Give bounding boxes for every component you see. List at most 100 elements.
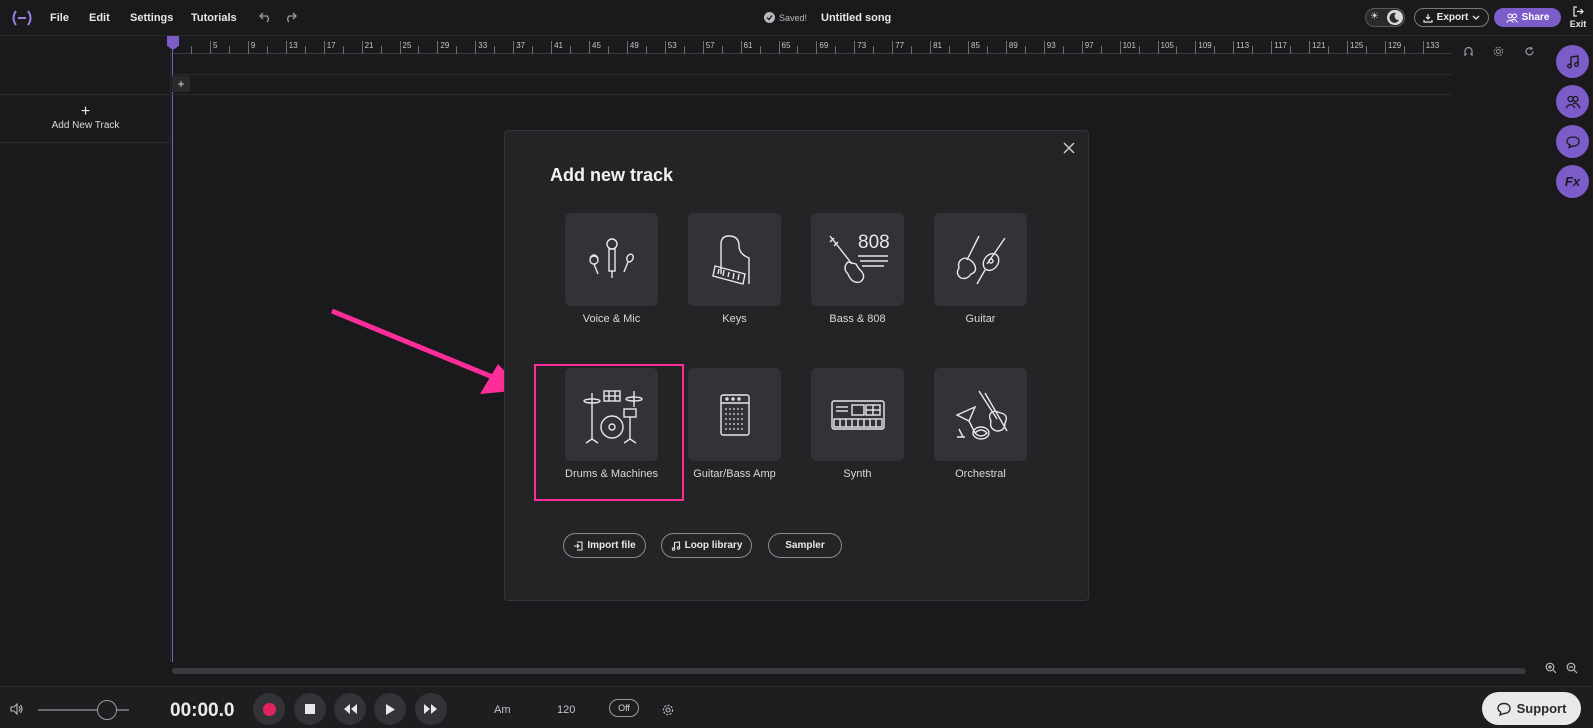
theme-toggle[interactable]: ☀ [1365, 8, 1405, 27]
add-new-track-button[interactable]: + Add New Track [0, 95, 171, 143]
ruler-minor-tick [949, 46, 952, 54]
ruler-minor-tick [191, 46, 194, 54]
stop-icon [305, 704, 315, 714]
plus-icon: + [80, 103, 91, 120]
instrument-tile-orchestral[interactable] [934, 368, 1027, 461]
time-display: 00:00.0 [170, 700, 235, 721]
instrument-tile-guitar[interactable] [934, 213, 1027, 306]
ruler-tick-label: 97 [1081, 41, 1094, 54]
sun-icon: ☀ [1370, 11, 1379, 22]
volume-icon[interactable] [10, 702, 24, 720]
exit-button[interactable]: Exit [1567, 6, 1589, 29]
ruler-minor-tick [1176, 46, 1179, 54]
ruler-minor-tick [1062, 46, 1066, 54]
ruler-tick-label: 57 [702, 41, 715, 54]
metronome-toggle[interactable]: Off [609, 699, 639, 717]
orchestral-icon [954, 390, 1008, 440]
instrument-tile-drums-machines[interactable] [565, 368, 658, 461]
import-file-button[interactable]: Import file [563, 533, 646, 558]
menu-edit[interactable]: Edit [89, 12, 110, 24]
share-label: Share [1521, 12, 1550, 23]
playhead-line [172, 50, 173, 662]
ruler-tick-label: 133 [1422, 41, 1439, 54]
bass-808-icon: 808 [828, 232, 889, 283]
record-button[interactable] [253, 693, 285, 725]
top-bar: File Edit Settings Tutorials Saved! Unti… [0, 0, 1593, 36]
stop-button[interactable] [294, 693, 326, 725]
ruler-tick-label: 73 [854, 41, 866, 54]
menu-file[interactable]: File [50, 12, 69, 24]
fx-button[interactable]: Fx [1556, 165, 1589, 198]
export-label: Export [1436, 12, 1469, 23]
ruler-minor-tick [759, 46, 763, 54]
ruler-minor-tick [911, 46, 914, 54]
collaborators-button[interactable] [1556, 85, 1589, 118]
undo-icon[interactable] [258, 10, 272, 24]
record-icon [262, 702, 276, 716]
instrument-label: Drums & Machines [565, 468, 658, 480]
support-label: Support [1516, 701, 1567, 716]
horizontal-scrollbar[interactable] [172, 668, 1526, 674]
chevron-down-icon [1472, 15, 1480, 20]
ruler-tick-label: 53 [664, 41, 677, 54]
snap-icon[interactable] [1463, 46, 1474, 60]
instrument-tile-voice-mic[interactable] [565, 213, 658, 306]
ruler-tick-label: 9 [247, 41, 255, 54]
ruler-minor-tick [683, 46, 687, 54]
music-note-button[interactable] [1556, 45, 1589, 78]
ruler-minor-tick [570, 46, 573, 54]
play-button[interactable] [374, 693, 406, 725]
ruler-minor-tick [342, 46, 346, 54]
zoom-in-icon[interactable] [1545, 662, 1557, 677]
ruler-tick-label: 77 [892, 41, 904, 54]
ruler-minor-tick [532, 46, 535, 54]
ruler-tick-label: 125 [1347, 41, 1363, 54]
close-icon[interactable] [1060, 139, 1078, 157]
fx-label: Fx [1564, 174, 1581, 189]
logo-icon[interactable] [10, 9, 34, 27]
ruler-minor-tick [1365, 46, 1369, 54]
fast-forward-button[interactable] [415, 693, 447, 725]
ruler-tick-label: 105 [1157, 41, 1174, 54]
song-title[interactable]: Untitled song [821, 12, 891, 24]
volume-slider-knob[interactable] [97, 700, 117, 720]
loop-library-button[interactable]: Loop library [661, 533, 752, 558]
instrument-tile-synth[interactable] [811, 368, 904, 461]
bpm-input[interactable]: 120 [557, 704, 575, 716]
export-button[interactable]: Export [1414, 8, 1489, 27]
ruler-tick-label: 17 [323, 41, 336, 54]
redo-icon[interactable] [283, 10, 297, 24]
lane-add-button[interactable]: + [172, 76, 190, 92]
saved-label: Saved! [779, 12, 808, 23]
settings-icon[interactable] [1493, 46, 1504, 60]
menu-settings[interactable]: Settings [130, 12, 173, 24]
zoom-out-icon[interactable] [1566, 662, 1578, 677]
share-button[interactable]: Share [1494, 8, 1561, 27]
ruler-minor-tick [986, 46, 990, 54]
fast-forward-icon [424, 704, 437, 714]
sampler-button[interactable]: Sampler [768, 533, 842, 558]
instrument-label: Keys [722, 313, 747, 325]
saved-status: Saved! [764, 12, 807, 23]
music-note-icon [671, 540, 680, 551]
gear-icon[interactable] [662, 703, 674, 721]
support-button[interactable]: Support [1482, 692, 1581, 725]
loop-icon[interactable] [1524, 46, 1535, 60]
ruler-minor-tick [873, 46, 876, 54]
instrument-tile-keys[interactable] [688, 213, 781, 306]
ruler-minor-tick [494, 46, 497, 54]
ruler-tick-label: 93 [1043, 41, 1056, 54]
chat-button[interactable] [1556, 125, 1589, 158]
transport-bar [0, 686, 1593, 728]
ruler-minor-tick [228, 46, 232, 54]
timeline-ruler[interactable]: 5 9 13 17 21 25 29 33 37 41 45 49 53 57 61 65 69 73 77 81 85… [172, 36, 1452, 54]
key-selector[interactable]: Am [494, 704, 511, 716]
instrument-tile-guitar-bass-amp[interactable] [688, 368, 781, 461]
menu-tutorials[interactable]: Tutorials [191, 12, 237, 24]
ruler-tick-label: 113 [1233, 41, 1249, 54]
download-icon [1423, 13, 1433, 23]
ruler-minor-tick [1403, 46, 1407, 54]
instrument-tile-bass-808[interactable]: 808 [811, 213, 904, 306]
rewind-button[interactable] [334, 693, 366, 725]
sampler-label: Sampler [785, 540, 825, 551]
